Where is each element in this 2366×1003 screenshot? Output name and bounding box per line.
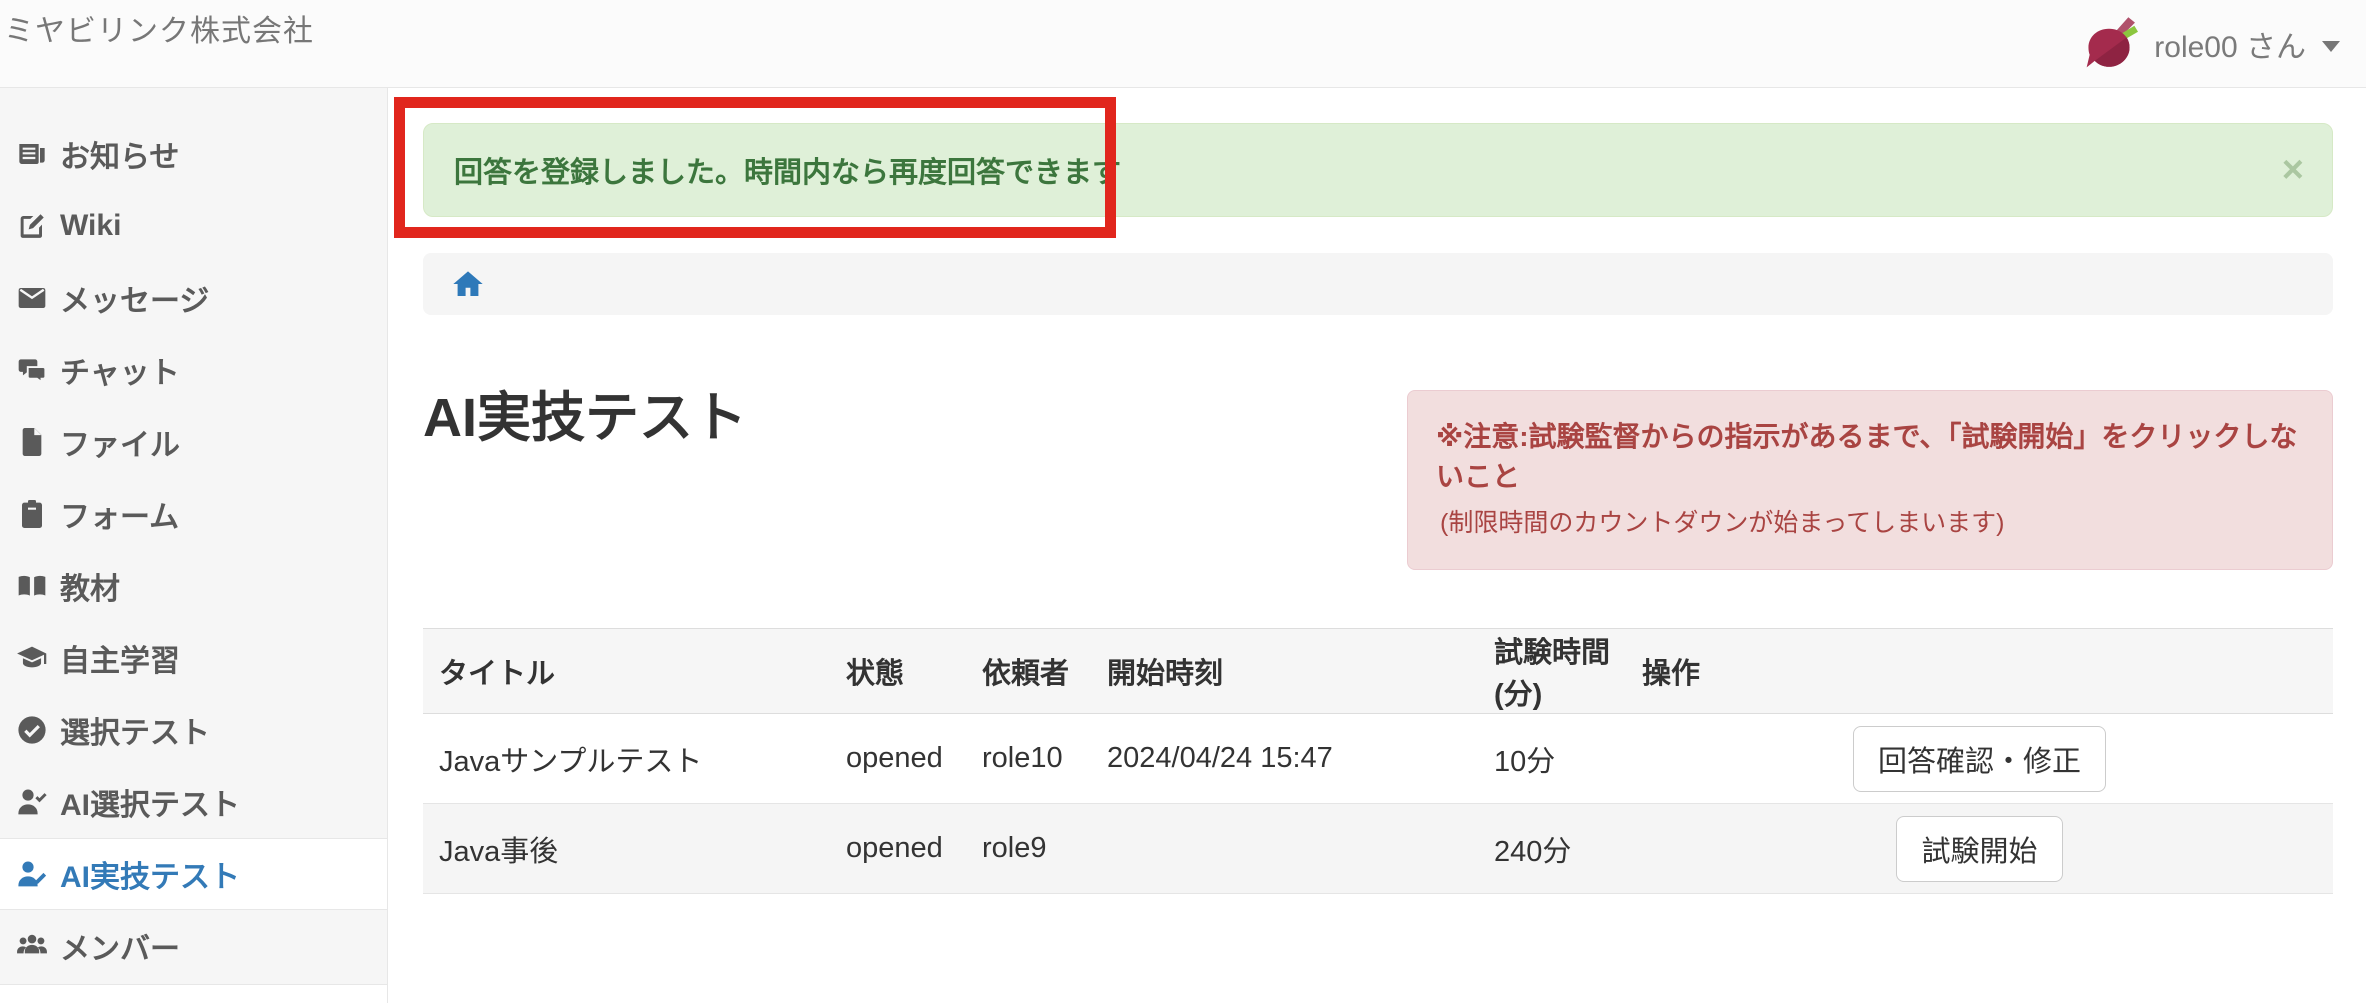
check-circle-icon <box>16 714 48 746</box>
sidebar-item-materials[interactable]: 教材 <box>0 550 387 622</box>
sidebar-item-file[interactable]: ファイル <box>0 406 387 478</box>
beet-avatar-icon <box>2080 13 2138 76</box>
sidebar-item-label: Wiki <box>60 209 121 243</box>
sidebar-item-self-study[interactable]: 自主学習 <box>0 622 387 694</box>
cell-status: opened <box>830 714 966 804</box>
sidebar-item-label: フォーム <box>60 492 179 536</box>
warning-line1: ※注意:試験監督からの指示があるまで、「試験開始」をクリックしないこと <box>1436 417 2304 497</box>
sidebar-item-label: AI実技テスト <box>60 852 240 896</box>
graduation-cap-icon <box>16 642 48 674</box>
main-content: 回答を登録しました。時間内なら再度回答できます × AI実技テスト ※注意:試験… <box>388 88 2366 1003</box>
sidebar-item-label: メンバー <box>60 924 180 968</box>
table-row: Javaサンプルテスト opened role10 2024/04/24 15:… <box>423 714 2333 804</box>
sidebar-item-label: チャット <box>60 348 180 392</box>
tests-table: タイトル 状態 依頼者 開始時刻 試験時間(分) 操作 Javaサンプルテスト … <box>423 628 2333 894</box>
sidebar-item-ai-choice-test[interactable]: AI選択テスト <box>0 766 387 838</box>
cell-status: opened <box>830 804 966 894</box>
cell-duration: 10分 <box>1478 714 1626 804</box>
sidebar-item-label: 選択テスト <box>60 708 210 752</box>
sidebar-item-news[interactable]: お知らせ <box>0 118 387 190</box>
sidebar-item-label: AI選択テスト <box>60 780 240 824</box>
sidebar-item-members[interactable]: メンバー <box>0 910 387 982</box>
user-check-icon <box>16 786 48 818</box>
start-exam-button[interactable]: 試験開始 <box>1896 816 2062 882</box>
sidebar: お知らせ Wiki メッセージ チャット <box>0 88 388 1003</box>
success-alert: 回答を登録しました。時間内なら再度回答できます × <box>423 123 2333 217</box>
sidebar-item-label: 教材 <box>60 564 120 608</box>
clipboard-icon <box>16 498 48 530</box>
column-header-duration: 試験時間(分) <box>1478 629 1626 714</box>
envelope-icon <box>16 282 48 314</box>
sidebar-item-choice-test[interactable]: 選択テスト <box>0 694 387 766</box>
column-header-title: タイトル <box>423 629 830 714</box>
sidebar-item-label: 自主学習 <box>60 636 180 680</box>
close-icon[interactable]: × <box>2282 151 2304 189</box>
cell-start-time <box>1091 804 1478 894</box>
sidebar-item-label: お知らせ <box>60 132 179 176</box>
cell-requester: role10 <box>966 714 1091 804</box>
user-pen-icon <box>16 858 48 890</box>
sidebar-item-ai-practical-test[interactable]: AI実技テスト <box>0 838 387 910</box>
sidebar-footer-spacer <box>0 984 387 1003</box>
home-icon[interactable] <box>451 268 485 300</box>
warning-line2: (制限時間のカウントダウンが始まってしまいます) <box>1436 505 2304 541</box>
sidebar-item-wiki[interactable]: Wiki <box>0 190 387 262</box>
cell-start-time: 2024/04/24 15:47 <box>1091 714 1478 804</box>
cell-title: Java事後 <box>423 804 830 894</box>
sidebar-item-form[interactable]: フォーム <box>0 478 387 550</box>
column-header-action: 操作 <box>1626 629 2333 714</box>
chat-icon <box>16 354 48 386</box>
warning-box: ※注意:試験監督からの指示があるまで、「試験開始」をクリックしないこと (制限時… <box>1407 390 2333 570</box>
book-icon <box>16 570 48 602</box>
user-name: role00 さん <box>2154 22 2306 66</box>
edit-icon <box>16 210 48 242</box>
sidebar-item-message[interactable]: メッセージ <box>0 262 387 334</box>
sidebar-item-label: ファイル <box>60 420 180 464</box>
column-header-status: 状態 <box>830 629 966 714</box>
chevron-down-icon <box>2322 41 2340 52</box>
top-header: ミヤビリンク株式会社 role00 さん <box>0 0 2366 88</box>
column-header-start-time: 開始時刻 <box>1091 629 1478 714</box>
cell-duration: 240分 <box>1478 804 1626 894</box>
app-root: ミヤビリンク株式会社 role00 さん お知らせ <box>0 0 2366 1003</box>
answer-check-button[interactable]: 回答確認・修正 <box>1853 726 2106 792</box>
company-brand[interactable]: ミヤビリンク株式会社 <box>4 6 314 50</box>
newspaper-icon <box>16 138 48 170</box>
success-alert-message: 回答を登録しました。時間内なら再度回答できます <box>454 149 1121 191</box>
sidebar-item-label: メッセージ <box>60 276 209 320</box>
sidebar-item-chat[interactable]: チャット <box>0 334 387 406</box>
table-row: Java事後 opened role9 240分 試験開始 <box>423 804 2333 894</box>
table-header-row: タイトル 状態 依頼者 開始時刻 試験時間(分) 操作 <box>423 629 2333 714</box>
breadcrumb <box>423 253 2333 315</box>
users-icon <box>16 930 48 962</box>
user-menu[interactable]: role00 さん <box>2080 12 2340 76</box>
file-icon <box>16 426 48 458</box>
column-header-requester: 依頼者 <box>966 629 1091 714</box>
cell-requester: role9 <box>966 804 1091 894</box>
cell-title: Javaサンプルテスト <box>423 714 830 804</box>
